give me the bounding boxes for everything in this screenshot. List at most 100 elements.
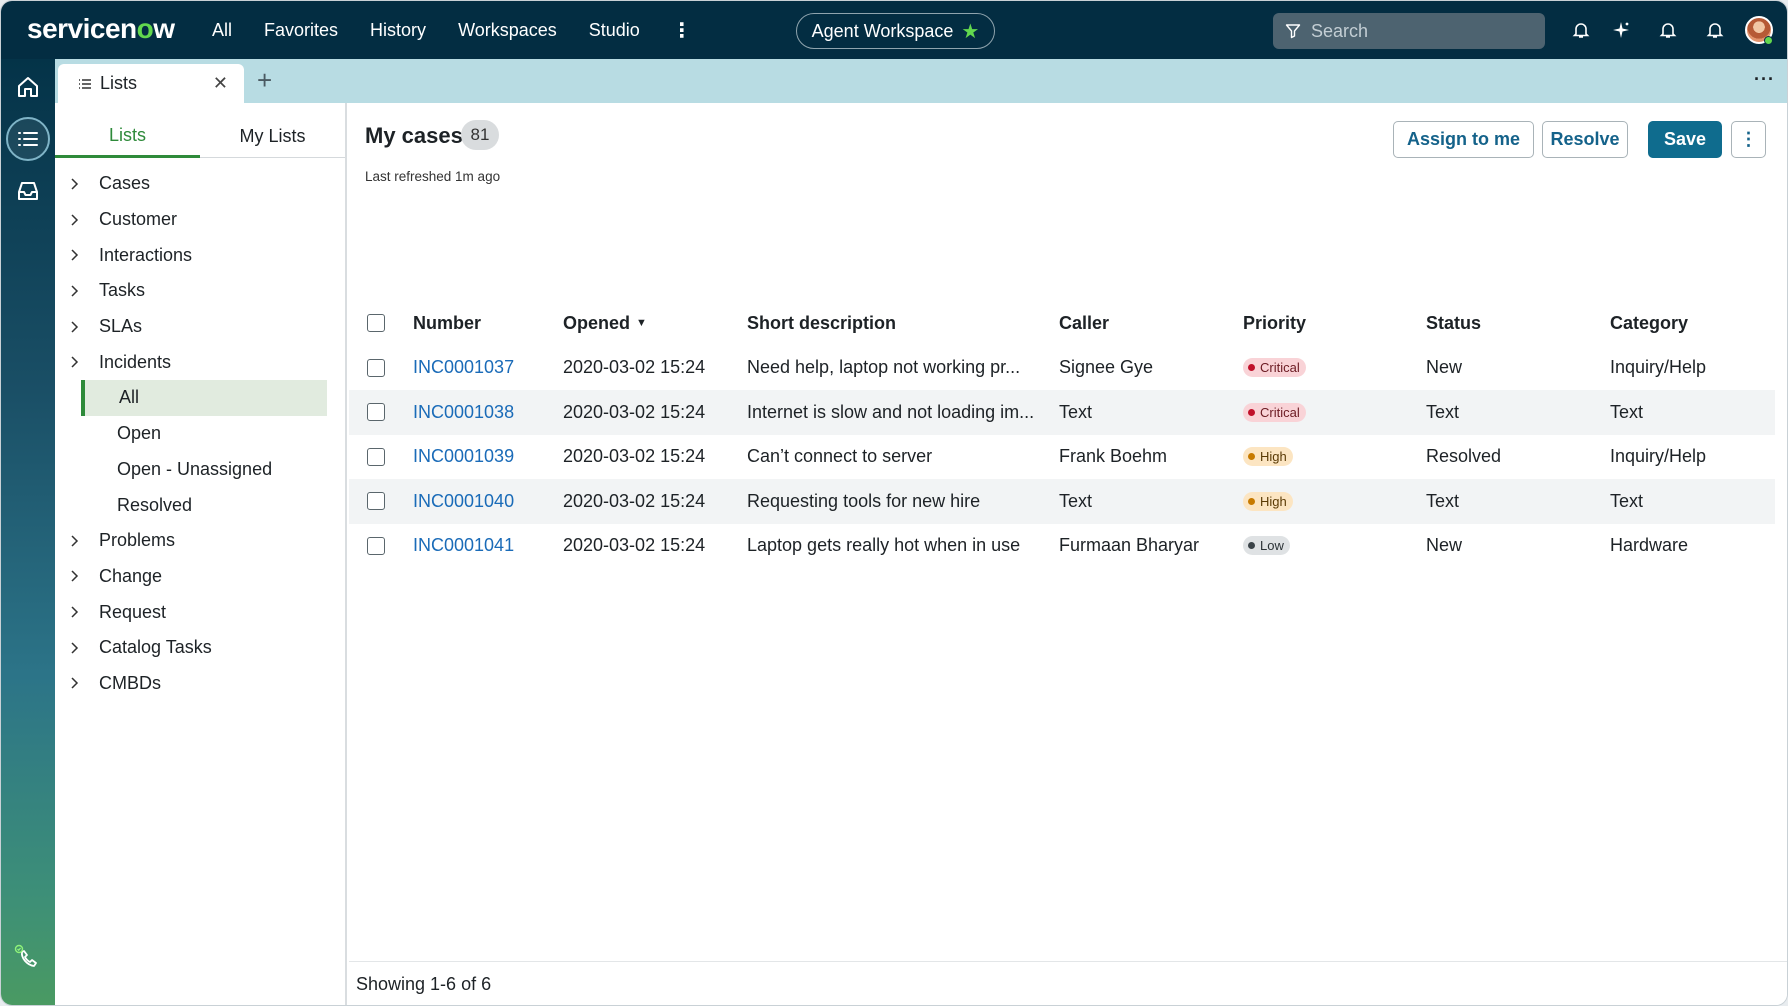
favorite-star-icon[interactable]: ★ [961, 19, 979, 44]
tab-lists[interactable]: Lists ✕ [58, 64, 244, 103]
rail-lists[interactable] [6, 117, 50, 161]
global-search[interactable] [1273, 13, 1545, 49]
priority-dot-icon [1248, 542, 1255, 550]
column-number[interactable]: Number [413, 301, 481, 346]
row-checkbox[interactable] [367, 492, 385, 511]
more-options-icon[interactable]: ··· [1754, 69, 1775, 90]
menu-studio[interactable]: Studio [589, 20, 640, 41]
caller-cell: Text [1059, 401, 1093, 422]
sidebar-item-request[interactable]: Request [55, 594, 345, 630]
workspace-label: Agent Workspace [811, 20, 954, 41]
table-row[interactable]: INC0001037 2020-03-02 15:24 Need help, l… [349, 346, 1775, 391]
tab-my-lists[interactable]: My Lists [200, 103, 345, 158]
description-cell: Requesting tools for new hire [747, 490, 981, 511]
category-cell: Text [1610, 490, 1644, 511]
case-number-link[interactable]: INC0001037 [413, 346, 514, 391]
priority-label: High [1260, 449, 1287, 465]
case-number-link[interactable]: INC0001038 [413, 390, 514, 435]
sidebar-item-change[interactable]: Change [55, 559, 345, 595]
case-number-link[interactable]: INC0001039 [413, 435, 514, 480]
sidebar-item-customer[interactable]: Customer [55, 202, 345, 238]
column-caller[interactable]: Caller [1059, 301, 1109, 346]
menu-all[interactable]: All [212, 20, 232, 41]
alert-bell-icon[interactable] [1704, 19, 1726, 41]
save-button[interactable]: Save [1648, 121, 1722, 158]
opened-cell: 2020-03-02 15:24 [563, 490, 706, 511]
opened-cell: 2020-03-02 15:24 [563, 357, 706, 378]
status-cell: New [1426, 535, 1463, 556]
row-checkbox[interactable] [367, 447, 385, 466]
column-opened[interactable]: Opened ▼ [563, 301, 647, 346]
menu-history[interactable]: History [370, 20, 426, 41]
notification-bell-icon[interactable] [1657, 19, 1679, 41]
table-row[interactable]: INC0001039 2020-03-02 15:24 Can’t connec… [349, 435, 1775, 480]
chevron-right-icon [71, 178, 79, 190]
select-all-checkbox[interactable] [367, 314, 385, 333]
column-status[interactable]: Status [1426, 301, 1481, 346]
inbox-icon [18, 182, 38, 200]
sidebar-tree: Cases Customer Interactions Tasks SLAs I… [55, 166, 345, 701]
priority-label: High [1260, 493, 1287, 509]
sidebar-item-catalog-tasks[interactable]: Catalog Tasks [55, 630, 345, 666]
sidebar-item-label: Change [99, 565, 163, 586]
opened-cell: 2020-03-02 15:24 [563, 446, 706, 467]
row-checkbox[interactable] [367, 536, 385, 555]
row-checkbox[interactable] [367, 403, 385, 422]
sidebar-item-cmbds[interactable]: CMBDs [55, 666, 345, 702]
top-navigation: servicenow All Favorites History Workspa… [1, 1, 1787, 59]
sidebar-subitem-open-unassigned[interactable]: Open - Unassigned [55, 452, 345, 488]
case-number-link[interactable]: INC0001040 [413, 479, 514, 524]
more-menu-icon[interactable]: ⋮ [672, 18, 692, 43]
rail-inbox[interactable] [6, 169, 50, 213]
sidebar-item-problems[interactable]: Problems [55, 523, 345, 559]
column-short-description[interactable]: Short description [747, 301, 896, 346]
pagination-footer: Showing 1-6 of 6 [349, 961, 1787, 1005]
workspace-pill[interactable]: Agent Workspace ★ [796, 13, 995, 49]
column-priority[interactable]: Priority [1243, 301, 1306, 346]
priority-dot-icon [1248, 364, 1255, 372]
sidebar-item-cases[interactable]: Cases [55, 166, 345, 202]
sidebar-subitem-resolved[interactable]: Resolved [55, 487, 345, 523]
sidebar-item-tasks[interactable]: Tasks [55, 273, 345, 309]
caller-cell: Furmaan Bharyar [1059, 535, 1200, 556]
phone-icon [14, 944, 37, 967]
main-content: My cases 81 Last refreshed 1m ago Assign… [349, 103, 1787, 1005]
search-input[interactable] [1311, 20, 1531, 42]
tab-lists-sidebar[interactable]: Lists [55, 103, 200, 158]
more-actions-button[interactable]: ⋮ [1731, 121, 1766, 158]
table-header: Number Opened ▼ Short description Caller … [349, 301, 1775, 346]
category-cell: Text [1610, 401, 1644, 422]
close-icon[interactable]: ✕ [213, 73, 228, 94]
sidebar-subitem-open[interactable]: Open [55, 416, 345, 452]
rail-home[interactable] [6, 65, 50, 109]
menu-workspaces[interactable]: Workspaces [458, 20, 557, 41]
description-cell: Laptop gets really hot when in use [747, 535, 1021, 556]
menu-favorites[interactable]: Favorites [264, 20, 338, 41]
table-row[interactable]: INC0001040 2020-03-02 15:24 Requesting t… [349, 479, 1775, 524]
row-checkbox[interactable] [367, 358, 385, 377]
case-number-link[interactable]: INC0001041 [413, 524, 514, 569]
category-cell: Inquiry/Help [1610, 446, 1707, 467]
table-row[interactable]: INC0001038 2020-03-02 15:24 Internet is … [349, 390, 1775, 435]
home-icon [18, 77, 38, 97]
sidebar-item-slas[interactable]: SLAs [55, 309, 345, 345]
list-icon [79, 78, 91, 89]
rail-phone[interactable] [6, 937, 50, 981]
chevron-right-icon [71, 356, 79, 368]
servicenow-logo[interactable]: servicenow [27, 13, 175, 45]
add-tab-icon[interactable]: + [257, 65, 272, 96]
sidebar-item-incidents[interactable]: Incidents [55, 344, 345, 380]
sparkle-icon[interactable] [1610, 19, 1632, 41]
opened-cell: 2020-03-02 15:24 [563, 401, 706, 422]
priority-badge: Critical [1243, 402, 1306, 422]
sidebar-item-interactions[interactable]: Interactions [55, 237, 345, 273]
table-row[interactable]: INC0001041 2020-03-02 15:24 Laptop gets … [349, 524, 1775, 569]
assign-to-me-button[interactable]: Assign to me [1393, 121, 1534, 158]
resolve-button[interactable]: Resolve [1542, 121, 1628, 158]
sidebar-item-label: Tasks [99, 280, 146, 301]
sidebar-subitem-all[interactable]: All [81, 380, 327, 416]
bell-icon[interactable] [1570, 19, 1592, 41]
priority-badge: Critical [1243, 358, 1306, 378]
page-title: My cases [365, 123, 463, 148]
column-category[interactable]: Category [1610, 301, 1688, 346]
